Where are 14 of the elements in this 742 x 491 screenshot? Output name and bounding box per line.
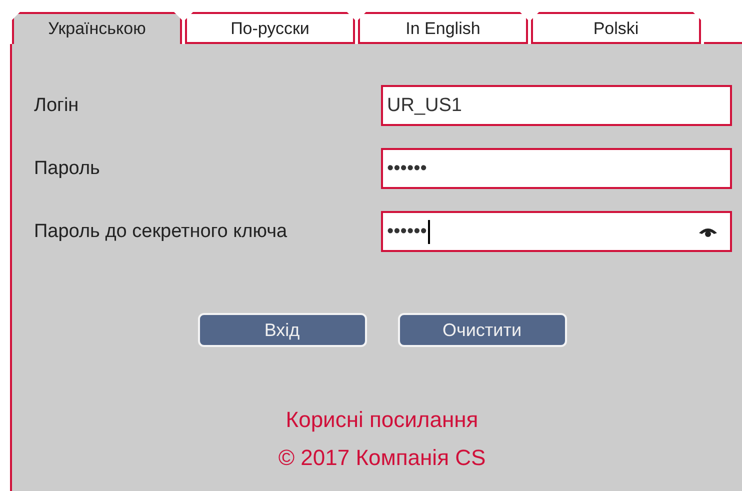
input-field[interactable]: UR_US1 [381,85,732,126]
field-label: Логін [34,94,80,116]
form-button[interactable]: Очистити [398,313,566,347]
language-tab[interactable]: In English [358,12,528,44]
field-label: Пароль до секретного ключа [34,220,288,242]
language-tab[interactable]: Українською [12,12,182,44]
input-field[interactable]: •••••• [381,211,732,252]
copyright-text: © 2017 Компанія CS [278,445,486,471]
form-button[interactable]: Вхід [198,313,366,347]
field-label: Пароль [34,158,101,180]
language-tab[interactable]: По-русски [185,12,355,44]
input-field[interactable]: •••••• [381,148,732,189]
language-tab[interactable]: Polski [531,12,701,44]
eye-icon[interactable] [698,226,718,238]
